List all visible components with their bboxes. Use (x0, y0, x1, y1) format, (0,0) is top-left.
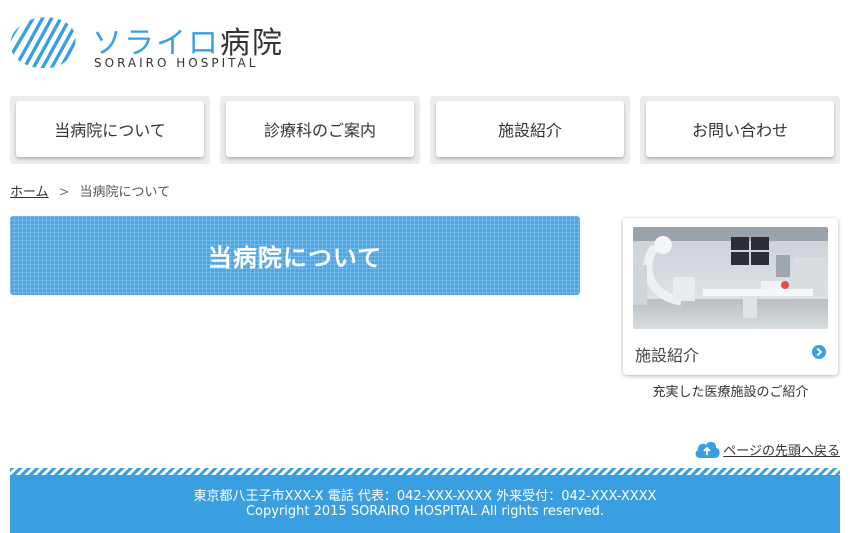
nav-item-departments[interactable]: 診療科のご案内 (220, 96, 420, 164)
facility-banner-caption: 充実した医療施設のご紹介 (652, 385, 809, 400)
page-top-link[interactable]: ページの先頭へ戻る (693, 439, 840, 459)
breadcrumb-home-link[interactable]: ホーム (10, 185, 49, 200)
nav-item-label: お問い合わせ (646, 101, 834, 157)
cloud-up-arrow-icon (695, 441, 720, 458)
facility-banner-label: 施設紹介 (635, 346, 700, 365)
global-nav: 当病院について 診療科のご案内 施設紹介 お問い合わせ (10, 96, 840, 164)
page-top-label: ページの先頭へ戻る (723, 443, 840, 459)
nav-item-contact[interactable]: お問い合わせ (640, 96, 840, 164)
breadcrumb-separator: > (58, 185, 70, 200)
nav-item-label: 施設紹介 (436, 101, 624, 157)
arrow-circle-icon (812, 345, 826, 359)
breadcrumb-current: 当病院について (79, 185, 171, 200)
site-logo[interactable]: ソライロ病院 SORAIRO HOSPITAL (10, 16, 290, 72)
footer: 東京都八王子市XXX-X 電話 代表：042-XXX-XXXX 外来受付：042… (10, 475, 840, 533)
footer-address: 東京都八王子市XXX-X 電話 代表：042-XXX-XXXX 外来受付：042… (193, 489, 657, 504)
page-title: 当病院について (10, 216, 580, 295)
medical-equipment-room-photo (633, 227, 828, 329)
footer-stripe (10, 468, 840, 475)
breadcrumb: ホーム > 当病院について (10, 181, 170, 200)
logo-subtitle: SORAIRO HOSPITAL (94, 56, 259, 70)
striped-circle-logo-icon (10, 17, 76, 68)
footer-copyright: Copyright 2015 SORAIRO HOSPITAL All righ… (245, 504, 605, 519)
nav-item-label: 当病院について (16, 101, 204, 157)
nav-item-about[interactable]: 当病院について (10, 96, 210, 164)
facility-banner[interactable]: 施設紹介 (623, 218, 838, 375)
nav-item-label: 診療科のご案内 (226, 101, 414, 157)
nav-item-facilities[interactable]: 施設紹介 (430, 96, 630, 164)
